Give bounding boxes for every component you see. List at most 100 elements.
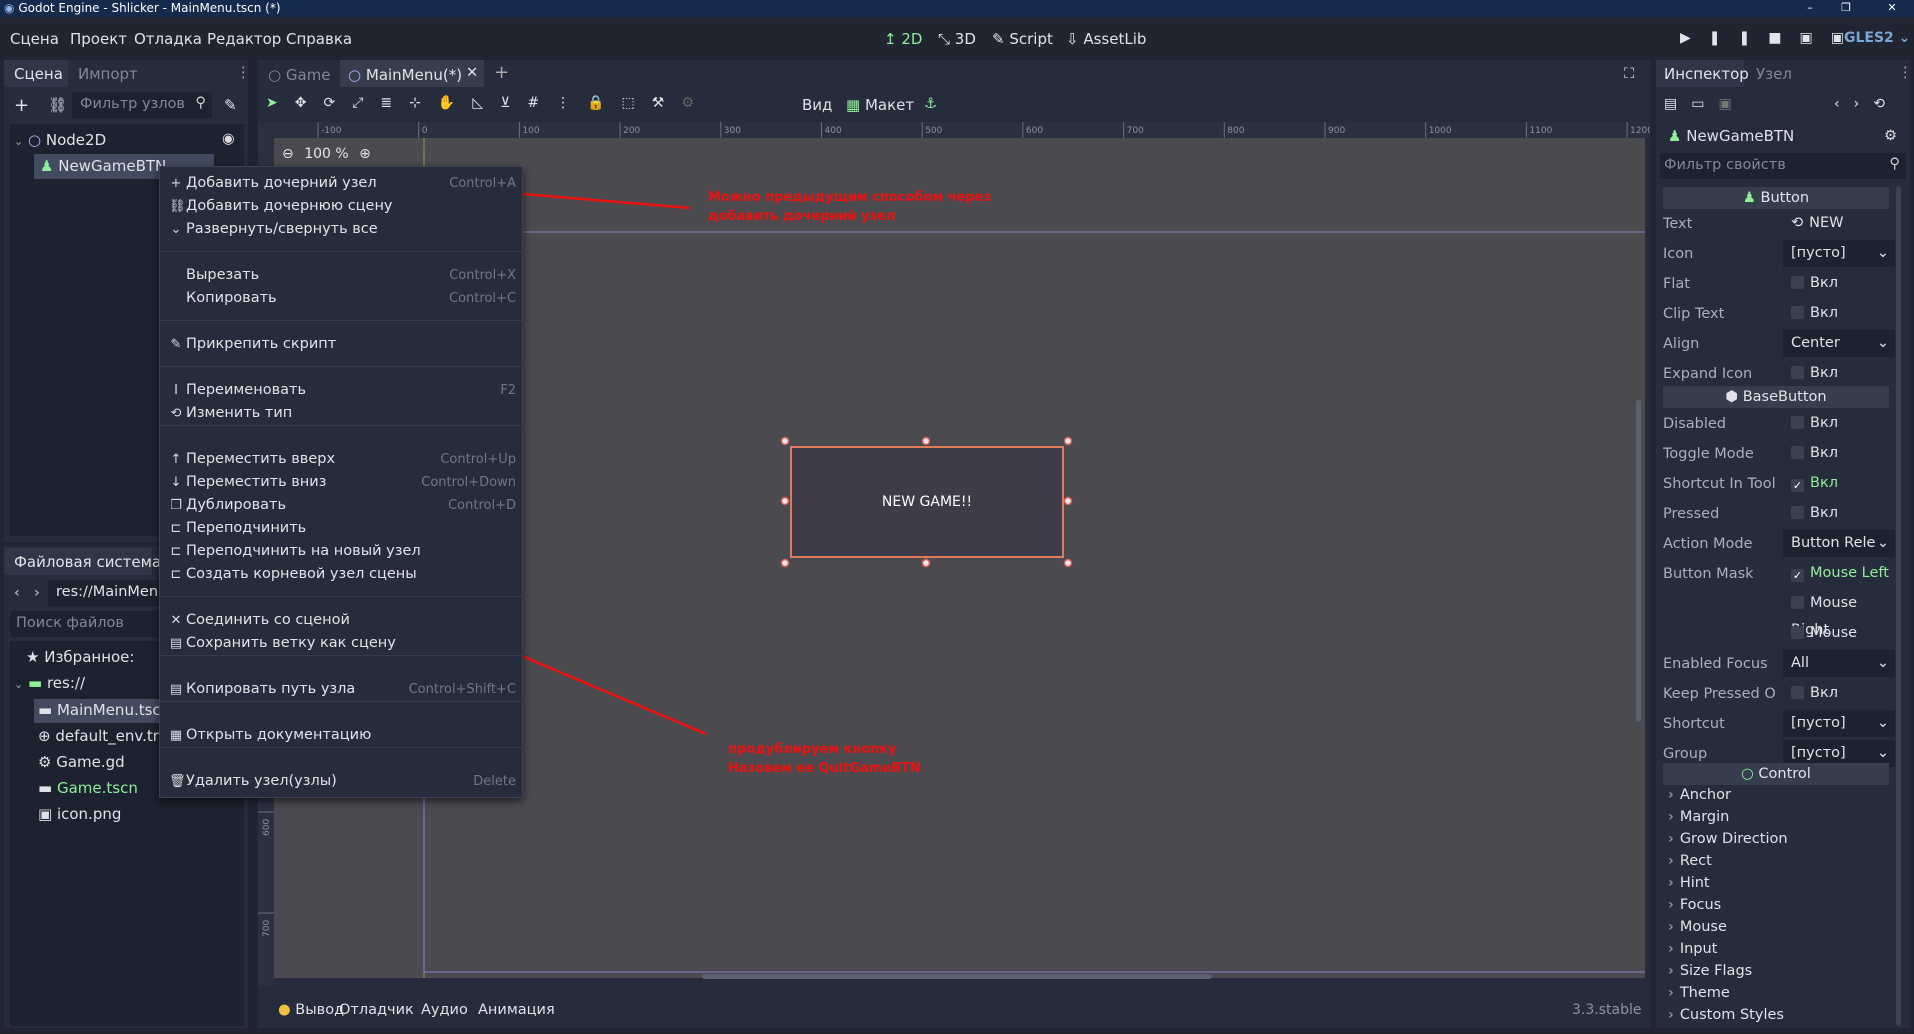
checkbox-checked-icon[interactable]: ✓	[1791, 569, 1804, 582]
revert-icon[interactable]: ⟲	[1791, 215, 1803, 231]
layout-menu[interactable]: ▦ Макет	[846, 96, 914, 114]
anchor-icon[interactable]: ⚓	[924, 96, 937, 112]
group-icon[interactable]: ⬚	[622, 95, 652, 111]
pause-icon[interactable]: ❚❚	[1709, 30, 1768, 46]
section-basebutton[interactable]: ⬢ BaseButton	[1663, 386, 1889, 408]
checkbox-checked-icon[interactable]: ✓	[1791, 479, 1804, 492]
context-menu-item[interactable]: ⊏ Переподчинить на новый узел	[160, 540, 524, 563]
close-window-icon[interactable]: ✕	[1878, 0, 1906, 17]
bone-icon[interactable]: ⚒	[652, 95, 682, 111]
checkbox-icon[interactable]	[1791, 506, 1804, 519]
res-root-row[interactable]: ⌄ ▬ res://	[14, 670, 85, 696]
section-control[interactable]: ○ Control	[1663, 763, 1889, 785]
menu-item[interactable]: Справка	[286, 30, 352, 48]
favorites-row[interactable]: ★ Избранное:	[26, 644, 134, 670]
property-value[interactable]: ⟲NEW GAME!!	[1783, 210, 1895, 258]
list-select-icon[interactable]: ≣	[380, 95, 409, 111]
bottom-tab[interactable]: Анимация	[478, 1002, 555, 1018]
property-group[interactable]: › Hint	[1668, 875, 1710, 891]
property-value[interactable]: ✓ Вкл	[1783, 470, 1895, 497]
menu-item[interactable]: Редактор	[207, 30, 281, 48]
context-menu-item[interactable]: + Добавить дочерний узел Control+A	[160, 172, 524, 195]
pivot-tool-icon[interactable]: ⊹	[409, 95, 438, 111]
property-value[interactable]: All ⌄	[1783, 650, 1895, 677]
renderer-select[interactable]: GLES2 ⌄	[1844, 30, 1910, 46]
property-value[interactable]: Mouse Midd	[1783, 620, 1895, 668]
workspace-assetlib[interactable]: ⇩ AssetLib	[1066, 30, 1146, 48]
context-menu-item[interactable]: ❐ Дублировать Control+D	[160, 494, 524, 517]
property-value[interactable]: [пусто] ⌄	[1783, 710, 1895, 737]
file-item[interactable]: ⚙ Game.gd	[38, 749, 125, 775]
view-menu[interactable]: Вид	[802, 96, 832, 114]
attach-script-icon[interactable]: ✎	[224, 96, 237, 114]
context-menu-item[interactable]: ✕ Соединить со сценой	[160, 609, 524, 632]
file-item[interactable]: ⊕ default_env.tres	[38, 723, 176, 749]
context-menu-item[interactable]: ↑ Переместить вверх Control+Up	[160, 448, 524, 471]
zoom-out-icon[interactable]: ⊖	[282, 146, 294, 162]
property-group[interactable]: › Focus	[1668, 897, 1721, 913]
nav-forward-icon[interactable]: ›	[34, 585, 40, 601]
property-value[interactable]: Center ⌄	[1783, 330, 1895, 357]
grid-snap-icon[interactable]: #	[527, 95, 556, 111]
context-menu-item[interactable]: ▤ Сохранить ветку как сцену	[160, 632, 524, 655]
close-tab-icon[interactable]: ✕	[466, 65, 478, 81]
context-menu-item[interactable]: ↓ Переместить вниз Control+Down	[160, 471, 524, 494]
context-menu-item[interactable]: Копировать Control+C	[160, 287, 524, 310]
smart-snap-icon[interactable]: ⊻	[500, 95, 527, 111]
history-back-icon[interactable]: ‹	[1834, 96, 1854, 112]
property-group[interactable]: › Theme	[1668, 985, 1730, 1001]
menu-item[interactable]: Проект	[70, 30, 127, 48]
tab-node[interactable]: Узел	[1756, 65, 1792, 83]
property-value[interactable]: [пусто] ⌄	[1783, 240, 1895, 267]
restore-icon[interactable]: ❐	[1832, 0, 1860, 17]
checkbox-icon[interactable]	[1791, 366, 1804, 379]
property-value[interactable]: Вкл	[1783, 440, 1895, 467]
open-resource-icon[interactable]: ▭	[1691, 96, 1718, 112]
new-tab-icon[interactable]: +	[494, 62, 509, 83]
property-value[interactable]: Вкл	[1783, 680, 1895, 707]
property-group[interactable]: › Mouse	[1668, 919, 1727, 935]
section-button[interactable]: ♟ Button	[1663, 187, 1889, 209]
horizontal-scrollbar[interactable]	[702, 974, 1212, 979]
play-icon[interactable]: ▶	[1680, 30, 1709, 46]
context-menu-item[interactable]: ⊏ Переподчинить	[160, 517, 524, 540]
scale-tool-icon[interactable]: ⤢	[352, 95, 380, 111]
property-group[interactable]: › Size Flags	[1668, 963, 1752, 979]
instance-scene-icon[interactable]: ⛓	[48, 96, 67, 114]
checkbox-icon[interactable]	[1791, 596, 1804, 609]
checkbox-icon[interactable]	[1791, 416, 1804, 429]
selection-handles[interactable]	[780, 434, 1080, 570]
nav-back-icon[interactable]: ‹	[14, 585, 20, 601]
new-resource-icon[interactable]: ▤	[1664, 96, 1691, 112]
property-group[interactable]: › Custom Styles	[1668, 1007, 1784, 1023]
context-menu-item[interactable]: Вырезать Control+X	[160, 264, 524, 287]
tab-import[interactable]: Импорт	[78, 65, 138, 83]
ruler-tool-icon[interactable]: ◺	[472, 95, 500, 111]
context-menu-item[interactable]: ⟲ Изменить тип	[160, 402, 524, 425]
property-group[interactable]: › Grow Direction	[1668, 831, 1788, 847]
workspace-script[interactable]: ✎ Script	[992, 30, 1053, 48]
property-group[interactable]: › Anchor	[1668, 787, 1731, 803]
select-tool-icon[interactable]: ➤	[266, 95, 295, 111]
file-item[interactable]: ▬ Game.tscn	[38, 775, 138, 801]
dock-menu-icon[interactable]: ⋮	[1898, 65, 1913, 81]
tree-node-root[interactable]: ⌄ ○ Node2D	[14, 127, 106, 153]
object-history-icon[interactable]: ⟲	[1873, 96, 1899, 112]
property-filter-input[interactable]: Фильтр свойств ⚲	[1660, 153, 1906, 179]
fullscreen-icon[interactable]: ⛶	[1624, 66, 1634, 82]
snap-options-icon[interactable]: ⋮	[556, 95, 587, 111]
context-menu-item[interactable]: ✎ Прикрепить скрипт	[160, 333, 524, 356]
minimize-icon[interactable]: –	[1796, 0, 1824, 17]
rotate-tool-icon[interactable]: ⟳	[323, 95, 352, 111]
property-value[interactable]: Вкл	[1783, 270, 1895, 297]
property-value[interactable]: ✓ Mouse Left	[1783, 560, 1895, 587]
menu-item[interactable]: Отладка	[134, 30, 202, 48]
property-group[interactable]: › Input	[1668, 941, 1717, 957]
context-menu-item[interactable]: 🗑 Удалить узел(узлы) Delete	[160, 770, 524, 793]
pan-tool-icon[interactable]: ✋	[438, 95, 472, 111]
property-value[interactable]: Вкл	[1783, 300, 1895, 327]
file-item[interactable]: ▬ MainMenu.tscn	[38, 697, 170, 723]
workspace-3d[interactable]: ⤡ 3D	[938, 30, 976, 48]
inspector-scrollbar[interactable]	[1896, 186, 1901, 1026]
menu-item[interactable]: Сцена	[10, 30, 59, 48]
